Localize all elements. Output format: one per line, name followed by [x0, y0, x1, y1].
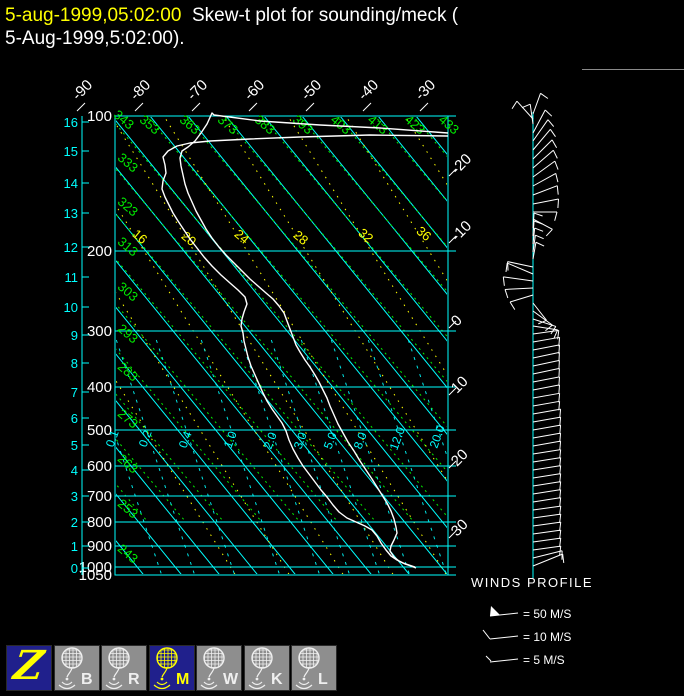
toolbar-button-w[interactable]: W: [196, 645, 242, 691]
svg-text:5.0: 5.0: [321, 430, 340, 451]
svg-text:W: W: [223, 671, 239, 688]
svg-text:15: 15: [64, 144, 78, 159]
svg-text:-40: -40: [355, 76, 382, 103]
svg-text:14: 14: [64, 176, 78, 191]
toolbar: ZBRMWKL: [0, 645, 684, 696]
svg-text:7: 7: [71, 385, 78, 400]
top-temp-axis: -90 -80 -70 -60 -50 -40 -30: [69, 76, 439, 111]
svg-text:24: 24: [232, 226, 253, 247]
svg-text:263: 263: [115, 451, 141, 476]
svg-text:-80: -80: [127, 76, 154, 103]
moist-adiabat-labels: 162024283236: [130, 223, 435, 249]
toolbar-button-m[interactable]: M: [149, 645, 195, 691]
svg-text:R: R: [128, 671, 140, 688]
svg-text:32: 32: [356, 225, 377, 246]
svg-text:0: 0: [71, 561, 78, 576]
toolbar-button-b[interactable]: B: [54, 645, 100, 691]
svg-text:28: 28: [291, 227, 312, 248]
svg-text:B: B: [81, 671, 93, 688]
svg-text:WINDS PROFILE: WINDS PROFILE: [471, 575, 593, 590]
svg-text:3: 3: [71, 489, 78, 504]
svg-text:200: 200: [87, 243, 112, 260]
right-temp-axis: -20-100102030: [448, 150, 475, 539]
svg-text:1: 1: [71, 539, 78, 554]
svg-text:5: 5: [71, 438, 78, 453]
svg-text:253: 253: [115, 496, 141, 521]
svg-text:16: 16: [64, 115, 78, 130]
svg-text:= 10 M/S: = 10 M/S: [523, 630, 571, 644]
svg-text:9: 9: [71, 328, 78, 343]
balloon-icon: R: [102, 646, 146, 690]
svg-text:3.0: 3.0: [291, 430, 310, 451]
toolbar-button-l[interactable]: L: [291, 645, 337, 691]
balloon-icon: L: [292, 646, 336, 690]
svg-text:303: 303: [115, 279, 141, 304]
theta-labels: 3433533633733833934034134234333333233133…: [111, 107, 462, 566]
svg-text:6: 6: [71, 411, 78, 426]
svg-text:13: 13: [64, 206, 78, 221]
balloon-icon: K: [245, 646, 289, 690]
svg-text:L: L: [318, 671, 328, 688]
svg-text:36: 36: [414, 223, 435, 244]
svg-text:12.0: 12.0: [387, 425, 408, 452]
svg-text:-70: -70: [184, 76, 211, 103]
svg-text:4: 4: [71, 463, 78, 478]
skewt-plot: 1002003004005006007008009001000105001234…: [0, 0, 684, 696]
svg-text:11: 11: [65, 270, 79, 285]
svg-text:K: K: [271, 671, 283, 688]
svg-text:8.0: 8.0: [351, 430, 370, 451]
svg-text:12: 12: [64, 240, 78, 255]
toolbar-button-k[interactable]: K: [244, 645, 290, 691]
svg-text:400: 400: [87, 379, 112, 396]
balloon-icon: W: [197, 646, 241, 690]
toolbar-button-r[interactable]: R: [101, 645, 147, 691]
svg-text:8: 8: [71, 356, 78, 371]
svg-text:293: 293: [115, 321, 141, 346]
zebra-logo-icon: Z: [11, 642, 47, 689]
svg-text:700: 700: [87, 488, 112, 505]
svg-text:-30: -30: [412, 76, 439, 103]
svg-text:323: 323: [115, 194, 141, 219]
wind-profile: [503, 93, 563, 578]
toolbar-button-z[interactable]: Z: [6, 645, 52, 691]
balloon-icon: B: [55, 646, 99, 690]
svg-text:= 50 M/S: = 50 M/S: [523, 607, 571, 621]
svg-text:2: 2: [71, 515, 78, 530]
svg-text:M: M: [176, 671, 189, 688]
svg-text:1050: 1050: [79, 567, 112, 584]
svg-text:300: 300: [87, 323, 112, 340]
svg-text:-60: -60: [241, 76, 268, 103]
svg-text:10: 10: [64, 300, 78, 315]
temperature-trace: [180, 113, 448, 568]
height-axis: 012345678910111213141516: [64, 115, 89, 576]
svg-text:-90: -90: [69, 76, 96, 103]
svg-text:100: 100: [87, 108, 112, 125]
isotherm-lines: [0, 0, 684, 696]
svg-text:800: 800: [87, 514, 112, 531]
balloon-icon: M: [150, 646, 194, 690]
svg-text:600: 600: [87, 458, 112, 475]
svg-text:2.0: 2.0: [261, 430, 280, 451]
svg-text:900: 900: [87, 538, 112, 555]
svg-text:-50: -50: [298, 76, 325, 103]
svg-text:20.0: 20.0: [427, 423, 448, 450]
